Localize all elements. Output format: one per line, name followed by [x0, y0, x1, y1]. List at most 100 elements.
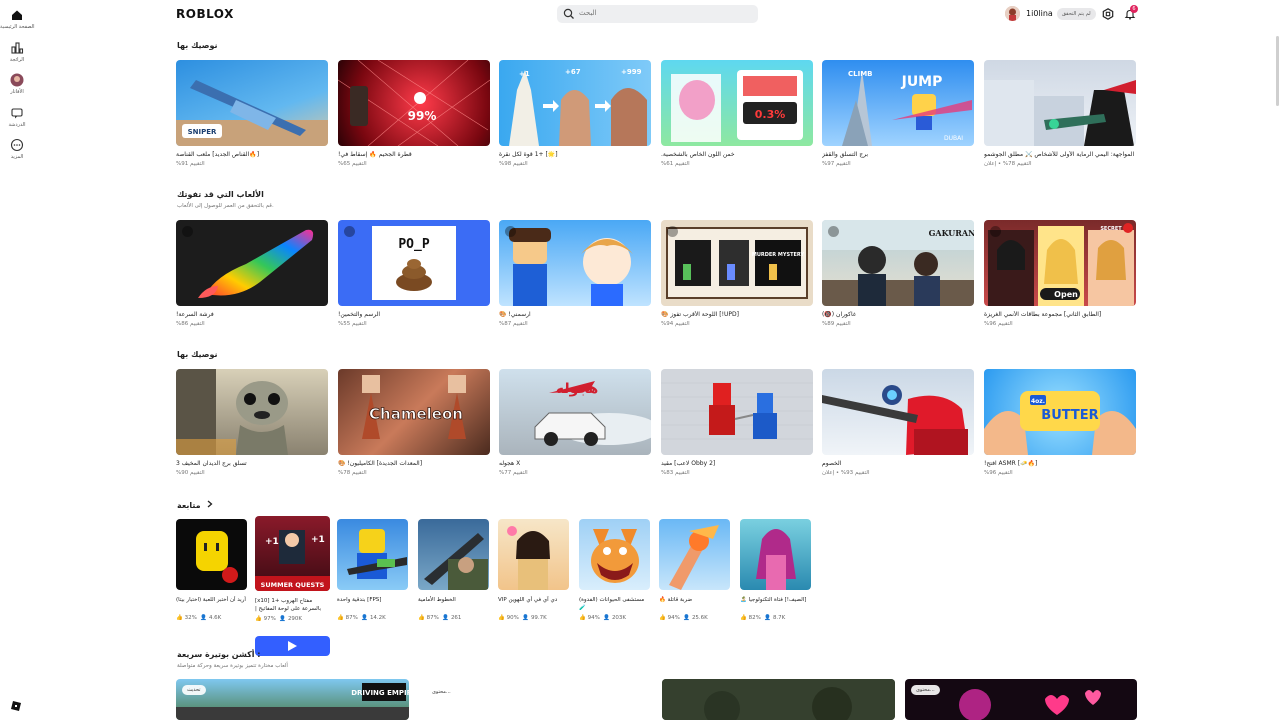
thumb-label: BUTTER — [1041, 408, 1098, 423]
game-card[interactable]: JUMP CLIMB DUBAI برج التسلق والقفز التقي… — [822, 60, 974, 167]
game-players: 14.2K — [369, 615, 386, 621]
game-stats: 👍 94% 👤 25.6K — [659, 615, 708, 621]
continue-game-card[interactable]: [FPS] بندقية واحدة 👍 87% 👤 14.2K — [337, 519, 408, 621]
page-scrollbar[interactable] — [1276, 36, 1279, 106]
game-card[interactable]: MURDER MYSTERY [UPD!] اللوحة الأقرب تفوز… — [661, 220, 813, 327]
section-subtitle-age-verify[interactable]: قم بالتحقق من العمر للوصول إلى الألعاب. — [177, 203, 274, 209]
drift-art-icon: هجوله — [534, 381, 651, 446]
game-card[interactable]: SNIPER [🔥القناص الجديد] ملعب القناصة الت… — [176, 60, 328, 167]
section-title-continue[interactable]: متابعة — [177, 500, 213, 510]
chameleon-art-icon: Chameleon — [362, 375, 466, 439]
game-card[interactable]: المواجهة: اليمي الرماية الأولى للأشخاص ⚔… — [984, 60, 1136, 167]
game-rating: التقييم 90% — [176, 470, 205, 476]
game-stats: 👍 90% 👤 99.7K — [498, 615, 547, 621]
search-icon — [563, 8, 574, 19]
game-title: الرسم والتخمين! — [338, 311, 381, 318]
continue-game-card[interactable]: الخطوط الأمامية 👍 87% 👤 261 — [418, 519, 489, 621]
game-players: 203K — [611, 615, 627, 621]
guess-color-art-icon: 0.3% — [671, 70, 803, 142]
game-stats: 👍 82% 👤 8.7K — [740, 615, 786, 621]
game-card[interactable]: 0.3% خمن اللون الخاص بالشخصية. التقييم 6… — [661, 60, 813, 167]
game-rating: 97% — [263, 616, 276, 622]
game-title: الخطوط الأمامية — [418, 597, 456, 603]
game-thumbnail: هجوله — [499, 369, 651, 455]
section-subtitle-fast-action: ألعاب مختارة تتميز بوتيرة سريعة وحركة مت… — [177, 663, 288, 669]
play-button[interactable] — [255, 636, 330, 656]
section-title-recommended-2: نوصيك بها — [177, 350, 218, 359]
game-rating: التقييم 98% — [499, 161, 528, 167]
username[interactable]: 1i0lina — [1026, 9, 1053, 18]
thumb-label: SUMMER QUESTS — [261, 581, 325, 589]
avatar[interactable] — [1005, 6, 1020, 21]
game-title: [FPS] بندقية واحدة — [337, 597, 382, 603]
continue-game-card[interactable]: دي آي في أي اللهوين VIP 👍 90% 👤 99.7K — [498, 519, 569, 621]
verify-badge[interactable]: لم يتم التحقق — [1057, 8, 1096, 20]
rail-item-home[interactable]: الصفحة الرئيسية — [0, 8, 35, 30]
home-icon — [12, 10, 22, 20]
roblox-logo[interactable]: ROBLOX — [176, 7, 234, 21]
game-thumbnail — [499, 220, 651, 306]
game-card[interactable]: فرشة السرعة! التقييم 86% — [176, 220, 328, 327]
game-title: [🌟] +1 قوة لكل نقرة — [499, 151, 558, 158]
game-card[interactable]: 4oz. BUTTER [🔥🧈] ASMR افتح! التقييم 96% — [984, 369, 1136, 476]
game-thumbnail — [337, 519, 408, 590]
game-title: فرشة السرعة! — [176, 311, 214, 318]
robux-icon[interactable] — [1102, 8, 1114, 20]
continue-game-card-hovered[interactable]: +1 +1 SUMMER QUESTS مفتاح الهروب +1 [x10] … — [255, 516, 330, 622]
roblox-mark-icon[interactable] — [10, 700, 22, 712]
continue-game-card[interactable]: أريد أن أختبر اللعبة (اختبار بيتا) 👍 32%… — [176, 519, 247, 621]
rail-item-charts[interactable]: الرائجة — [0, 41, 34, 63]
featured-game-card[interactable]: محتوى... — [905, 679, 1137, 720]
game-thumbnail — [659, 519, 730, 590]
rail-label: الدردشة — [8, 122, 26, 128]
rail-item-chat[interactable]: الدردشة — [0, 106, 34, 128]
game-card[interactable]: [Obby 2 لاعب] مقيد التقييم 83% — [661, 369, 813, 476]
game-title: ارسمني! 🎨 — [499, 311, 531, 318]
continue-game-card[interactable]: ضربة قاتلة 🔥 👍 94% 👤 25.6K — [659, 519, 730, 621]
game-card[interactable]: تسلق برج الديدان المخيف 3 التقييم 90% — [176, 369, 328, 476]
search-input[interactable]: البحث — [557, 5, 758, 23]
game-thumbnail — [984, 60, 1136, 146]
animal-hospital-art-icon — [591, 529, 639, 583]
worm-tower-art-icon — [176, 369, 288, 455]
game-thumbnail: PO_P — [338, 220, 490, 306]
more-icon — [10, 138, 24, 152]
game-card[interactable]: SECRET Open [الطابق الثاني] مجموعة بطاقا… — [984, 220, 1136, 327]
climb-jump-art-icon: JUMP CLIMB DUBAI — [842, 70, 972, 146]
game-card[interactable]: 99% قطرة الجحيم 🔥 إسقاط في! التقييم 65% — [338, 60, 490, 167]
thumb-label: DUBAI — [944, 135, 963, 142]
beta-test-art-icon — [196, 531, 238, 583]
anime-cards-art-icon: SECRET Open — [988, 223, 1134, 306]
rivals-art-icon — [822, 385, 968, 455]
game-card[interactable]: GAKURAN غاكوران (🔞) التقييم 89% — [822, 220, 974, 327]
rail-item-avatar[interactable]: الأفاتار — [0, 73, 34, 95]
thumb-label: GAKURAN — [929, 228, 974, 238]
thumb-label: +67 — [565, 68, 581, 76]
rail-item-more[interactable]: المزيد — [0, 138, 34, 160]
game-thumbnail: SECRET Open — [984, 220, 1136, 306]
killing-blow-art-icon — [669, 525, 719, 590]
rail-label: الصفحة الرئيسية — [0, 24, 35, 30]
game-card[interactable]: هجوله X هجوله التقييم 77% — [499, 369, 651, 476]
svg-text:+1: +1 — [265, 537, 279, 547]
thumb-label: SNIPER — [188, 128, 217, 136]
game-card[interactable]: ارسمني! 🎨 التقييم 87% — [499, 220, 651, 327]
game-card[interactable]: الخصوم التقييم 93% • إعلان — [822, 369, 974, 476]
game-stats: 👍 32% 👤 4.6K — [176, 615, 222, 621]
featured-game-card-loading[interactable]: محتوى... — [419, 679, 652, 720]
thumb-label: 99% — [408, 109, 437, 123]
game-thumbnail: 0.3% — [661, 60, 813, 146]
game-title: تسلق برج الديدان المخيف 3 — [176, 460, 247, 467]
game-card[interactable]: PO_P الرسم والتخمين! التقييم 55% — [338, 220, 490, 327]
continue-game-card[interactable]: [الصيف!] فتاة التكنولوجيا 🏝️ 👍 82% 👤 8.7… — [740, 519, 811, 621]
thumb-label: Chameleon — [369, 405, 463, 423]
game-thumbnail — [176, 519, 247, 590]
game-card[interactable]: +1 +67 +999 [🌟] +1 قوة لكل نقرة التقييم … — [499, 60, 651, 167]
tech-girl-art-icon — [756, 529, 796, 590]
avatar-icon — [10, 73, 24, 87]
game-card[interactable]: Chameleon [المعدات الجديدة] الكاميليون! … — [338, 369, 490, 476]
featured-game-card[interactable] — [662, 679, 895, 720]
featured-game-card[interactable]: DRIVING EMPIRE تحديث — [176, 679, 409, 720]
continue-game-card[interactable]: مستشفى الحيوانات (الفدوة) 🧪 👍 94% 👤 203K — [579, 519, 650, 621]
game-thumbnail: GAKURAN — [822, 220, 974, 306]
